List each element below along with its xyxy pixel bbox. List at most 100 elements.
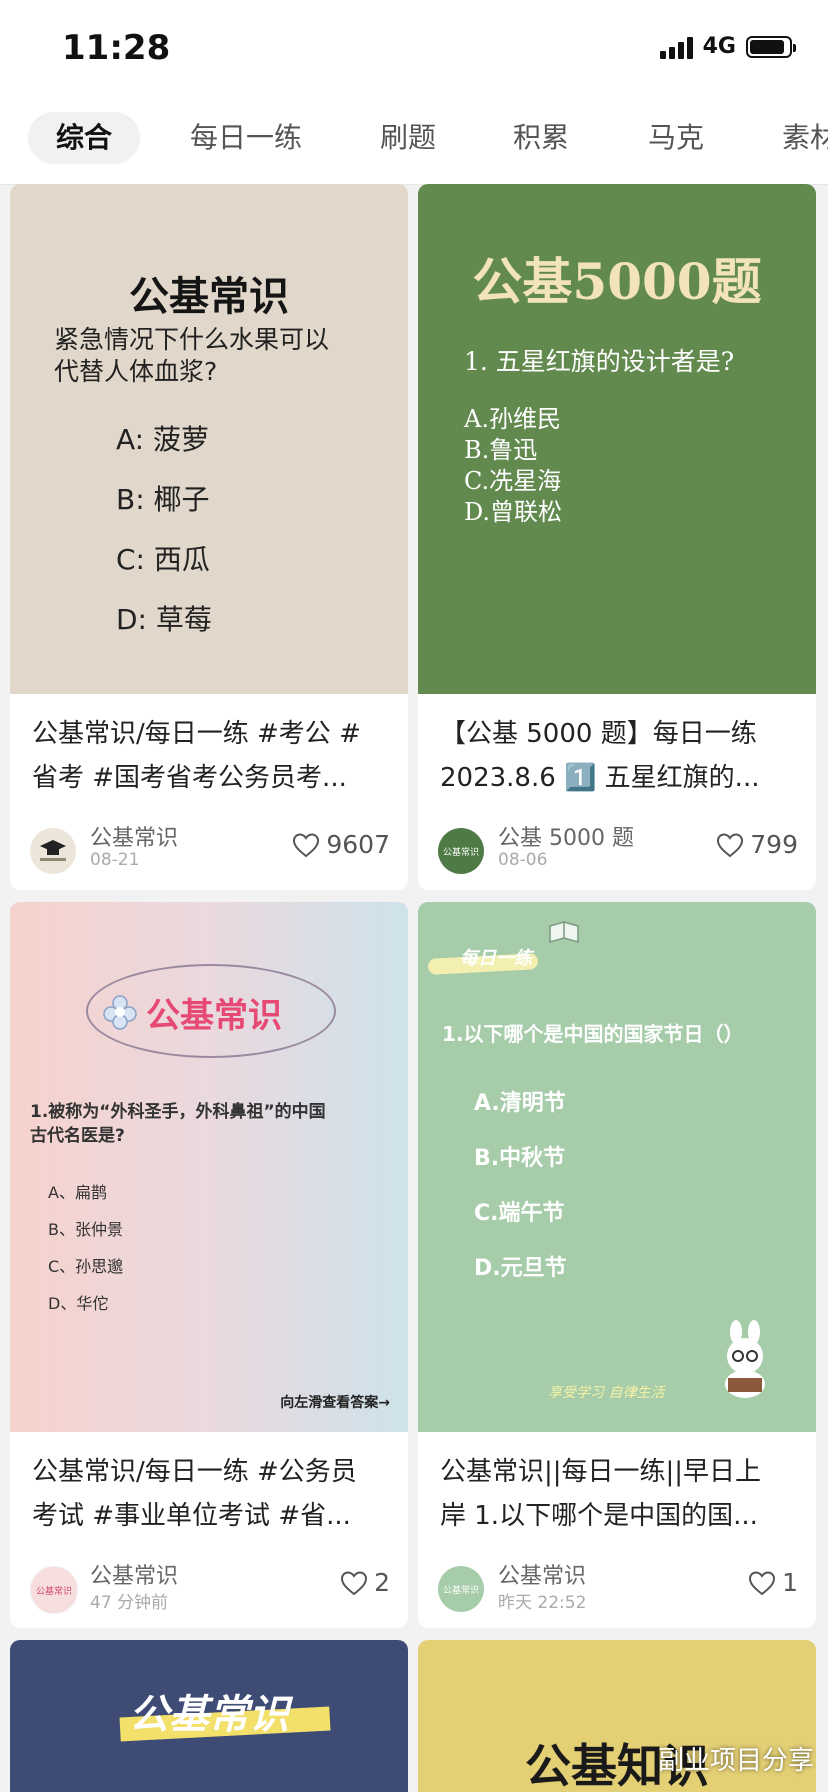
avatar[interactable]: 公基常识 — [30, 1566, 78, 1614]
cover-question: 1. 五星红旗的设计者是? — [464, 347, 735, 376]
status-time: 11:28 — [62, 28, 171, 68]
card-cover-image: 公基常识 1.被称为“外科圣手，外科鼻祖”的中国 古代名医是? A、扁鹊 B、张… — [10, 902, 408, 1432]
heart-icon — [341, 1570, 368, 1595]
daily-badge: 每日一练 — [460, 948, 532, 969]
like-count: 1 — [782, 1568, 798, 1597]
card-cover-image: 公基常识 — [10, 1640, 408, 1792]
tab-accumulate[interactable]: 积累 — [513, 112, 569, 164]
cover-option: B.鲁迅 — [464, 436, 538, 464]
card-cover-image: 公基5000题 1. 五星红旗的设计者是? A.孙维民 B.鲁迅 C.冼星海 D… — [418, 184, 816, 694]
tab-daily-practice[interactable]: 每日一练 — [190, 112, 302, 164]
avatar[interactable] — [30, 828, 76, 874]
card-title-line: 省考 #国考省考公务员考... — [32, 763, 347, 793]
card-title[interactable]: 公基常识||每日一练||早日上 岸 1.以下哪个是中国的国... — [440, 1450, 800, 1538]
flower-icon — [103, 995, 137, 1030]
card-title-line: 考试 #事业单位考试 #省... — [32, 1501, 351, 1531]
heart-icon — [293, 832, 320, 857]
post-date: 08-21 — [90, 850, 140, 870]
avatar[interactable]: 公基常识 — [438, 1566, 484, 1612]
like-count: 2 — [374, 1568, 390, 1597]
cover-heading: 公基常识 — [146, 996, 282, 1036]
status-bar: 11:28 4G — [0, 0, 828, 100]
card-title[interactable]: 公基常识/每日一练 #考公 # 省考 #国考省考公务员考... — [32, 712, 392, 800]
card-title-line: 公基常识/每日一练 #考公 # — [32, 719, 361, 749]
cover-option: B.中秋节 — [474, 1146, 566, 1171]
author-name[interactable]: 公基常识 — [90, 1558, 178, 1590]
category-tabs: 综合 每日一练 刷题 积累 马克 素材 — [0, 100, 828, 185]
swipe-hint: 向左滑查看答案→ — [280, 1395, 390, 1411]
cover-option: C.冼星海 — [464, 467, 562, 495]
cover-option: A: 菠萝 — [116, 423, 209, 456]
note-card[interactable]: 公基常识 紧急情况下什么水果可以 代替人体血浆? A: 菠萝 B: 椰子 C: … — [10, 184, 408, 890]
cover-question-line: 紧急情况下什么水果可以 — [54, 325, 330, 354]
post-date: 昨天 22:52 — [498, 1593, 587, 1613]
author-name[interactable]: 公基常识 — [498, 1558, 586, 1590]
card-title[interactable]: 公基常识/每日一练 #公务员 考试 #事业单位考试 #省... — [32, 1450, 392, 1538]
card-cover-image: 每日一练 1.以下哪个是中国的国家节日（） A.清明节 B.中秋节 C.端午节 … — [418, 902, 816, 1432]
post-date: 08-06 — [498, 850, 548, 870]
avatar-text: 公基常识 — [442, 847, 479, 858]
signal-icon — [659, 35, 693, 59]
cover-option: D.曾联松 — [464, 498, 563, 526]
cover-question: 紧急情况下什么水果可以 代替人体血浆? — [54, 324, 329, 388]
avatar-text: 公基常识 — [35, 1586, 72, 1597]
cover-option: B、张仲景 — [48, 1220, 123, 1239]
like-count: 9607 — [326, 830, 390, 859]
cover-heading: 公基常识 — [129, 1692, 289, 1738]
author-name[interactable]: 公基常识 — [90, 820, 178, 852]
cover-option: B: 椰子 — [116, 483, 210, 516]
cover-option: D: 草莓 — [116, 603, 212, 636]
note-card[interactable]: 每日一练 1.以下哪个是中国的国家节日（） A.清明节 B.中秋节 C.端午节 … — [418, 902, 816, 1628]
tab-zonghe[interactable]: 综合 — [28, 112, 141, 164]
cover-options: A: 菠萝 B: 椰子 C: 西瓜 D: 草莓 — [116, 410, 212, 650]
book-icon — [549, 921, 579, 943]
post-date: 47 分钟前 — [90, 1593, 169, 1613]
like-button[interactable]: 9607 — [292, 830, 390, 859]
bunny-mascot-icon — [725, 1320, 765, 1398]
tab-material[interactable]: 素材 — [782, 112, 828, 164]
card-title-line: 岸 1.以下哪个是中国的国... — [440, 1501, 758, 1531]
card-title-line: 【公基 5000 题】每日一练 — [440, 719, 757, 749]
note-card[interactable]: 公基常识 1.被称为“外科圣手，外科鼻祖”的中国 古代名医是? A、扁鹊 B、张… — [10, 902, 408, 1628]
author-name[interactable]: 公基 5000 题 — [498, 820, 634, 852]
like-button[interactable]: 1 — [748, 1568, 798, 1597]
cover-option: A.清明节 — [474, 1091, 566, 1116]
cover-options: A、扁鹊 B、张仲景 C、孙思邈 D、华佗 — [48, 1174, 123, 1322]
like-count: 799 — [750, 830, 798, 859]
avatar[interactable]: 公基常识 — [438, 828, 484, 874]
card-title[interactable]: 【公基 5000 题】每日一练 2023.8.6 1️⃣ 五星红旗的... — [440, 712, 800, 800]
card-cover-image: 公基常识 紧急情况下什么水果可以 代替人体血浆? A: 菠萝 B: 椰子 C: … — [10, 184, 408, 694]
avatar-text: 公基常识 — [442, 1585, 479, 1596]
status-indicators: 4G — [659, 34, 796, 59]
cover-heading: 公基5000题 — [472, 252, 762, 311]
heart-icon — [749, 1570, 776, 1595]
cover-question-line: 1.被称为“外科圣手，外科鼻祖”的中国 — [30, 1102, 326, 1122]
cover-question: 1.以下哪个是中国的国家节日（） — [442, 1022, 744, 1046]
cover-option: D、华佗 — [48, 1294, 109, 1313]
cover-option: C.端午节 — [474, 1201, 565, 1226]
cover-option: C: 西瓜 — [116, 543, 210, 576]
cover-options: A.清明节 B.中秋节 C.端午节 D.元旦节 — [474, 1076, 567, 1296]
tab-bookmark[interactable]: 马克 — [648, 112, 704, 164]
tab-questions[interactable]: 刷题 — [380, 112, 436, 164]
card-title-line: 公基常识||每日一练||早日上 — [440, 1457, 762, 1487]
like-button[interactable]: 2 — [340, 1568, 390, 1597]
heart-icon — [717, 832, 744, 857]
cover-question-line: 代替人体血浆? — [54, 357, 218, 386]
graduation-cap-icon — [40, 840, 66, 861]
like-button[interactable]: 799 — [716, 830, 798, 859]
watermark: 副业项目分享 — [657, 1746, 814, 1776]
battery-icon — [746, 35, 796, 58]
network-type: 4G — [702, 34, 736, 59]
card-title-line: 公基常识/每日一练 #公务员 — [32, 1457, 357, 1487]
card-title-line: 2023.8.6 1️⃣ 五星红旗的... — [440, 763, 760, 793]
note-card[interactable]: 公基常识 — [10, 1640, 408, 1792]
cover-heading: 公基常识 — [129, 274, 289, 320]
cover-option: A.孙维民 — [464, 405, 561, 433]
cover-slogan: 享受学习 自律生活 — [548, 1385, 665, 1401]
note-card[interactable]: 公基5000题 1. 五星红旗的设计者是? A.孙维民 B.鲁迅 C.冼星海 D… — [418, 184, 816, 890]
cover-option: D.元旦节 — [474, 1256, 567, 1281]
cover-option: A、扁鹊 — [48, 1183, 107, 1202]
cover-question-line: 古代名医是? — [30, 1126, 125, 1146]
cover-options: A.孙维民 B.鲁迅 C.冼星海 D.曾联松 — [464, 404, 562, 528]
